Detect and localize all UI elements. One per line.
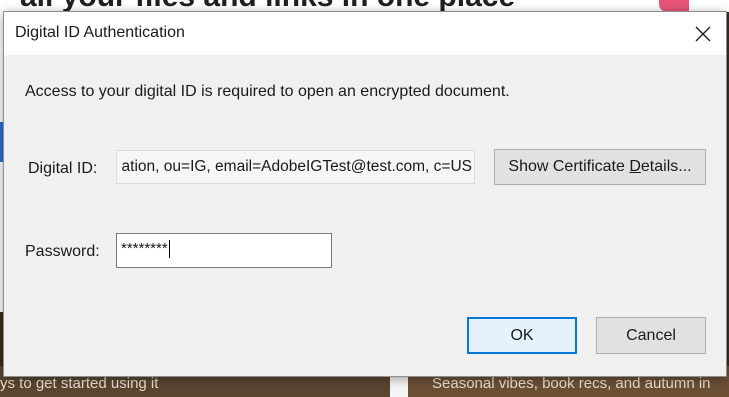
close-button[interactable] bbox=[680, 12, 726, 55]
password-field[interactable]: ******** bbox=[116, 233, 332, 268]
cert-button-suffix: etails... bbox=[640, 158, 692, 175]
show-certificate-details-button[interactable]: Show Certificate Details... bbox=[494, 149, 706, 185]
digital-id-dialog: Digital ID Authentication Access to your… bbox=[3, 11, 727, 377]
digital-id-value: ation, ou=IG, email=AdobeIGTest@test.com… bbox=[121, 158, 472, 175]
dialog-message: Access to your digital ID is required to… bbox=[25, 83, 510, 100]
cancel-button-label: Cancel bbox=[626, 326, 676, 344]
background-card-caption-left: ys to get started using it bbox=[0, 375, 159, 392]
cert-button-prefix: Show Certificate bbox=[508, 158, 630, 175]
close-icon bbox=[695, 26, 711, 41]
digital-id-label: Digital ID: bbox=[28, 160, 98, 177]
dialog-titlebar: Digital ID Authentication bbox=[4, 12, 726, 55]
cancel-button[interactable]: Cancel bbox=[596, 317, 706, 354]
background-card-caption-right: Seasonal vibes, book recs, and autumn in bbox=[432, 375, 711, 392]
ok-button[interactable]: OK bbox=[467, 317, 577, 354]
cert-button-mnemonic: D bbox=[629, 158, 641, 175]
text-caret bbox=[168, 240, 170, 259]
digital-id-field[interactable]: ation, ou=IG, email=AdobeIGTest@test.com… bbox=[116, 150, 475, 184]
dialog-title: Digital ID Authentication bbox=[15, 24, 185, 41]
password-value-wrapper: ******** bbox=[121, 240, 170, 259]
password-label: Password: bbox=[25, 243, 100, 260]
ok-button-label: OK bbox=[510, 326, 534, 344]
password-value: ******** bbox=[121, 240, 168, 257]
